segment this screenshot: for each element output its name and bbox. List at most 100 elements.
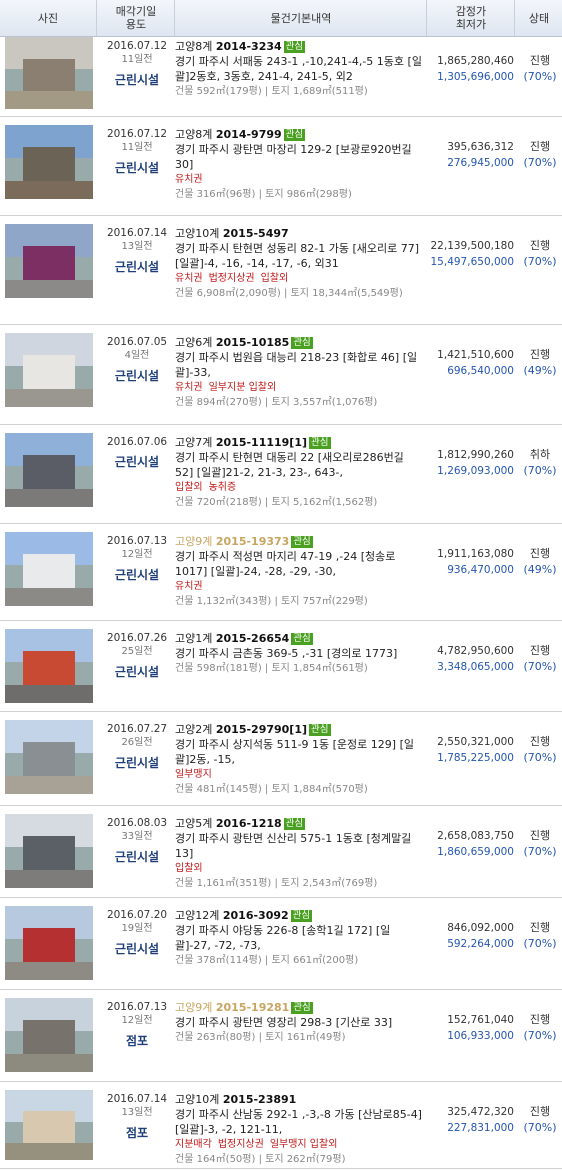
case-line[interactable]: 고양10계 2015-5497: [175, 226, 425, 241]
case-number[interactable]: 2015-19281: [216, 1001, 289, 1014]
table-row[interactable]: 2016.07.13 12일전 점포 고양9계 2015-19281 관심 경기 …: [0, 990, 562, 1082]
table-row[interactable]: 2016.07.20 19일전 근린시설 고양12계 2016-3092 관심 경…: [0, 898, 562, 990]
property-photo[interactable]: [5, 906, 93, 980]
property-address[interactable]: 경기 파주시 상지석동 511-9 1동 [운정로 129] [일괄]2동, -…: [175, 737, 425, 767]
property-photo[interactable]: [5, 224, 93, 298]
case-line[interactable]: 고양7계 2015-11119[1] 관심: [175, 435, 425, 450]
property-use: 근린시설: [114, 369, 160, 383]
table-row[interactable]: 2016.07.14 13일전 점포 고양10계 2015-23891 경기 파…: [0, 1082, 562, 1169]
property-address[interactable]: 경기 파주시 금촌동 369-5 ,-31 [경의로 1773]: [175, 646, 425, 661]
table-row[interactable]: 2016.07.26 25일전 근린시설 고양1계 2015-26654 관심 경…: [0, 621, 562, 712]
case-line[interactable]: 고양2계 2015-29790[1] 관심: [175, 722, 425, 737]
case-line[interactable]: 고양9계 2015-19281 관심: [175, 1000, 425, 1015]
property-address[interactable]: 경기 파주시 탄현면 대동리 22 [새오리로286번길 52] [일괄]21-…: [175, 450, 425, 480]
property-address[interactable]: 경기 파주시 적성면 마지리 47-19 ,-24 [청송로1017] [일괄]…: [175, 549, 425, 579]
interest-badge[interactable]: 관심: [290, 910, 313, 922]
photo-building: [23, 355, 75, 393]
property-address[interactable]: 경기 파주시 법원읍 대능리 218-23 [화합로 46] [일괄]-33,: [175, 350, 425, 380]
warning-tags: 유치권: [175, 579, 425, 594]
interest-badge[interactable]: 관심: [309, 724, 331, 736]
property-photo[interactable]: [5, 433, 93, 507]
interest-badge[interactable]: 관심: [291, 1002, 313, 1014]
table-row[interactable]: 2016.08.03 33일전 근린시설 고양5계 2016-1218 관심 경기…: [0, 806, 562, 898]
status-block: 진행 (70%): [518, 238, 562, 270]
table-row[interactable]: 2016.07.05 4일전 근린시설 고양6계 2015-10185 관심 경기…: [0, 325, 562, 425]
case-number[interactable]: 2015-23891: [223, 1093, 296, 1106]
table-row[interactable]: 2016.07.14 13일전 근린시설 고양10계 2015-5497 경기 …: [0, 216, 562, 325]
appraisal-price: 325,472,320: [447, 1106, 514, 1118]
case-number[interactable]: 2015-11119[1]: [216, 436, 307, 449]
minimum-price: 1,305,696,000: [437, 71, 514, 83]
property-address[interactable]: 경기 파주시 산남동 292-1 ,-3,-8 가동 [산남로85-4] [일괄…: [175, 1107, 425, 1137]
property-address[interactable]: 경기 파주시 야당동 226-8 [송학1길 172] [일괄]-27, -72…: [175, 923, 425, 953]
case-number[interactable]: 2015-5497: [223, 227, 289, 240]
warning-tag: 일부맹지 입찰외: [269, 1139, 338, 1150]
property-photo[interactable]: [5, 1090, 93, 1160]
interest-badge[interactable]: 관심: [283, 818, 306, 830]
case-number[interactable]: 2015-19373: [216, 535, 289, 548]
case-line[interactable]: 고양10계 2015-23891: [175, 1092, 425, 1107]
property-photo[interactable]: [5, 37, 93, 109]
sale-date-block: 2016.07.20 19일전 근린시설: [96, 908, 178, 956]
table-row[interactable]: 2016.07.13 12일전 근린시설 고양9계 2015-19373 관심 경…: [0, 524, 562, 621]
minimum-rate: (70%): [523, 255, 557, 268]
case-line[interactable]: 고양5계 2016-1218 관심: [175, 816, 425, 831]
property-use: 근린시설: [114, 665, 160, 679]
property-photo[interactable]: [5, 532, 93, 606]
table-row[interactable]: 2016.07.06 근린시설 고양7계 2015-11119[1] 관심 경기 …: [0, 425, 562, 524]
property-address[interactable]: 경기 파주시 광탄면 신산리 575-1 1동호 [청계말길 13]: [175, 831, 425, 861]
warning-tag: 일부맹지: [175, 769, 212, 780]
price-block: 1,865,280,460 1,305,696,000: [428, 53, 514, 85]
case-line[interactable]: 고양8계 2014-9799 관심: [175, 127, 425, 142]
property-address[interactable]: 경기 파주시 탄현면 성동리 82-1 가동 [새오리로 77] [일괄]-4,…: [175, 241, 425, 271]
warning-tag: 유치권: [175, 581, 203, 592]
interest-badge[interactable]: 관심: [309, 437, 331, 449]
interest-badge[interactable]: 관심: [283, 129, 306, 141]
property-address[interactable]: 경기 파주시 광탄면 마장리 129-2 [보광로920번길 30]: [175, 142, 425, 172]
property-use: 근린시설: [114, 455, 160, 469]
property-photo[interactable]: [5, 814, 93, 888]
header-price: 감정가 최저가: [426, 0, 515, 36]
case-number[interactable]: 2015-29790[1]: [216, 723, 307, 736]
property-photo[interactable]: [5, 720, 93, 794]
property-photo[interactable]: [5, 998, 93, 1072]
property-info: 고양12계 2016-3092 관심 경기 파주시 야당동 226-8 [송학1길…: [175, 908, 425, 968]
property-photo[interactable]: [5, 629, 93, 703]
warning-tags: 일부맹지: [175, 767, 425, 782]
case-number[interactable]: 2015-10185: [216, 336, 289, 349]
case-number[interactable]: 2016-1218: [216, 817, 282, 830]
table-row[interactable]: 2016.07.12 11일전 근린시설 고양8계 2014-3234 관심 경기…: [0, 37, 562, 117]
property-info: 고양5계 2016-1218 관심 경기 파주시 광탄면 신산리 575-1 1동…: [175, 816, 425, 891]
case-line[interactable]: 고양8계 2014-3234 관심: [175, 39, 425, 54]
price-block: 1,911,163,080 936,470,000: [428, 546, 514, 578]
header-info: 물건기본내역: [174, 0, 427, 36]
interest-badge[interactable]: 관심: [291, 337, 313, 349]
sale-date-block: 2016.07.12 11일전 근린시설: [96, 39, 178, 87]
property-use: 근린시설: [114, 850, 160, 864]
case-line[interactable]: 고양12계 2016-3092 관심: [175, 908, 425, 923]
case-line[interactable]: 고양1계 2015-26654 관심: [175, 631, 425, 646]
photo-building: [23, 836, 75, 874]
case-line[interactable]: 고양6계 2015-10185 관심: [175, 335, 425, 350]
case-number[interactable]: 2014-9799: [216, 128, 282, 141]
case-number[interactable]: 2014-3234: [216, 40, 282, 53]
property-photo[interactable]: [5, 333, 93, 407]
interest-badge[interactable]: 관심: [291, 633, 313, 645]
auction-status: 진행: [529, 921, 551, 934]
interest-badge[interactable]: 관심: [283, 41, 306, 53]
case-number[interactable]: 2015-26654: [216, 632, 289, 645]
table-row[interactable]: 2016.07.12 11일전 근린시설 고양8계 2014-9799 관심 경기…: [0, 117, 562, 216]
interest-badge[interactable]: 관심: [291, 536, 313, 548]
case-number[interactable]: 2016-3092: [223, 909, 289, 922]
photo-building: [23, 554, 75, 592]
minimum-rate: (70%): [523, 660, 557, 673]
price-block: 395,636,312 276,945,000: [428, 139, 514, 171]
property-address[interactable]: 경기 파주시 광탄면 영장리 298-3 [기산로 33]: [175, 1015, 425, 1030]
property-address[interactable]: 경기 파주시 서패동 243-1 ,-10,241-4,-5 1동호 [일괄]2…: [175, 54, 425, 84]
case-line[interactable]: 고양9계 2015-19373 관심: [175, 534, 425, 549]
price-block: 1,421,510,600 696,540,000: [428, 347, 514, 379]
property-photo[interactable]: [5, 125, 93, 199]
sale-date-block: 2016.07.27 26일전 근린시설: [96, 722, 178, 770]
warning-tags: 입찰외 농취증: [175, 480, 425, 495]
table-row[interactable]: 2016.07.27 26일전 근린시설 고양2계 2015-29790[1] 관…: [0, 712, 562, 806]
